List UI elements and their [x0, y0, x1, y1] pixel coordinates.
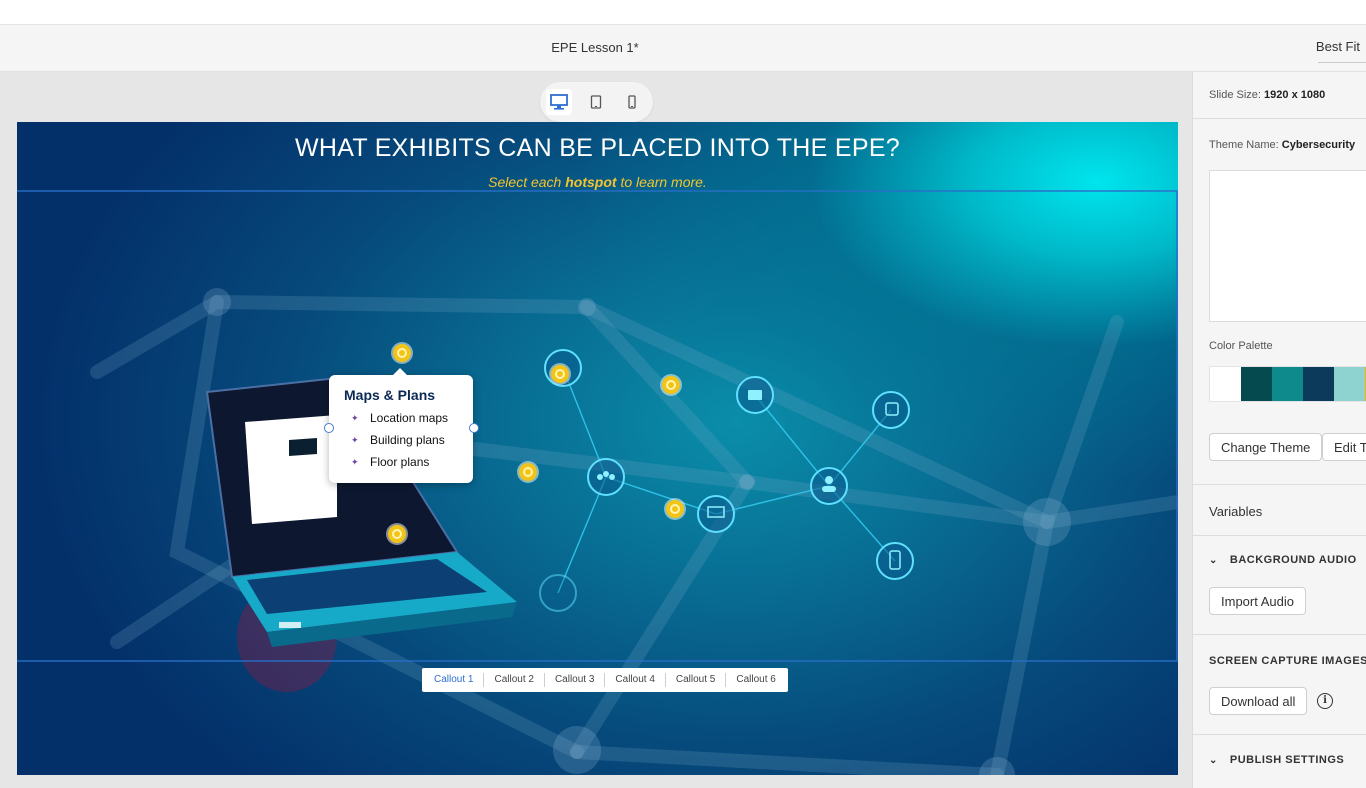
tab-callout-3[interactable]: Callout 3: [543, 673, 604, 687]
info-icon[interactable]: i: [1317, 693, 1333, 709]
chevron-down-icon: ⌄: [1209, 755, 1218, 766]
tab-callout-5[interactable]: Callout 5: [664, 673, 725, 687]
publish-settings-heading: PUBLISH SETTINGS: [1229, 754, 1345, 766]
tab-callout-4[interactable]: Callout 4: [604, 673, 664, 687]
import-audio-button[interactable]: Import Audio: [1209, 587, 1306, 615]
download-all-button[interactable]: Download all: [1209, 687, 1308, 715]
popup-title: Maps & Plans: [344, 387, 436, 403]
zoom-underline: [1318, 62, 1366, 63]
palette-swatch[interactable]: [1272, 367, 1303, 401]
popup-item: Floor plans: [351, 451, 448, 473]
selection-frame: [17, 190, 1178, 662]
hotspot-6[interactable]: [388, 525, 406, 543]
popup-item: Building plans: [351, 429, 448, 451]
resize-handle-left[interactable]: [324, 423, 334, 433]
slide-size-label: Slide Size:: [1209, 89, 1261, 101]
tablet-view-button[interactable]: [583, 89, 609, 115]
color-palette: [1209, 366, 1366, 402]
slide-canvas[interactable]: WHAT EXHIBITS CAN BE PLACED INTO THE EPE…: [17, 122, 1178, 775]
tab-callout-2[interactable]: Callout 2: [483, 673, 543, 687]
theme-name-info: Theme Name: Cybersecurity: [1209, 139, 1355, 151]
divider: [1193, 734, 1366, 735]
slide-subtitle: Select each hotspot to learn more.: [17, 174, 1178, 190]
divider: [1193, 535, 1366, 536]
resize-handle-right[interactable]: [469, 423, 479, 433]
callout-popup: Maps & Plans Location maps Building plan…: [329, 368, 473, 483]
title-bar: EPE Lesson 1* Best Fit: [0, 25, 1366, 72]
hotspot-2[interactable]: [551, 365, 569, 383]
edit-theme-button[interactable]: Edit T: [1322, 433, 1366, 461]
document-title: EPE Lesson 1*: [551, 40, 639, 55]
popup-list: Location maps Building plans Floor plans: [351, 407, 448, 473]
popup-item: Location maps: [351, 407, 448, 429]
palette-swatch[interactable]: [1303, 367, 1334, 401]
app-top-bar: [0, 0, 1366, 25]
publish-settings-section[interactable]: ⌄ PUBLISH SETTINGS: [1209, 754, 1344, 766]
tablet-icon: [590, 95, 602, 109]
screen-capture-heading: SCREEN CAPTURE IMAGES: [1209, 655, 1366, 667]
color-palette-label: Color Palette: [1209, 340, 1273, 352]
hotspot-4[interactable]: [519, 463, 537, 481]
background-audio-section[interactable]: ⌄ BACKGROUND AUDIO: [1209, 554, 1357, 566]
device-preview-switcher: [540, 82, 653, 122]
slide-title: WHAT EXHIBITS CAN BE PLACED INTO THE EPE…: [294, 134, 901, 162]
palette-swatch[interactable]: [1334, 367, 1365, 401]
divider: [1193, 118, 1366, 119]
properties-panel: Slide Size: 1920 x 1080 Theme Name: Cybe…: [1192, 72, 1366, 788]
subtitle-emphasis: hotspot: [565, 174, 617, 190]
hotspot-5[interactable]: [666, 500, 684, 518]
hotspot-maps[interactable]: [393, 344, 411, 362]
hotspot-3[interactable]: [662, 376, 680, 394]
subtitle-text-end: to learn more.: [616, 174, 707, 190]
mobile-icon: [628, 95, 636, 109]
theme-name-label: Theme Name:: [1209, 139, 1279, 151]
chevron-down-icon: ⌄: [1209, 555, 1218, 566]
subtitle-text: Select each: [488, 174, 566, 190]
background-audio-heading: BACKGROUND AUDIO: [1229, 554, 1357, 566]
divider: [1193, 484, 1366, 485]
palette-swatch[interactable]: [1241, 367, 1272, 401]
desktop-icon: [550, 94, 568, 110]
theme-preview: [1209, 170, 1366, 322]
mobile-view-button[interactable]: [619, 89, 645, 115]
tab-callout-1[interactable]: Callout 1: [424, 673, 483, 687]
desktop-view-button[interactable]: [546, 89, 572, 115]
callout-tabs: Callout 1 Callout 2 Callout 3 Callout 4 …: [422, 668, 788, 692]
variables-heading[interactable]: Variables: [1209, 504, 1262, 519]
slide-size-value: 1920 x 1080: [1264, 89, 1326, 101]
palette-swatch[interactable]: [1210, 367, 1241, 401]
slide-size-info: Slide Size: 1920 x 1080: [1209, 89, 1325, 101]
change-theme-button[interactable]: Change Theme: [1209, 433, 1323, 461]
divider: [1193, 634, 1366, 635]
zoom-select[interactable]: Best Fit: [1316, 39, 1360, 54]
tab-callout-6[interactable]: Callout 6: [725, 673, 785, 687]
theme-name-value: Cybersecurity: [1281, 139, 1356, 151]
